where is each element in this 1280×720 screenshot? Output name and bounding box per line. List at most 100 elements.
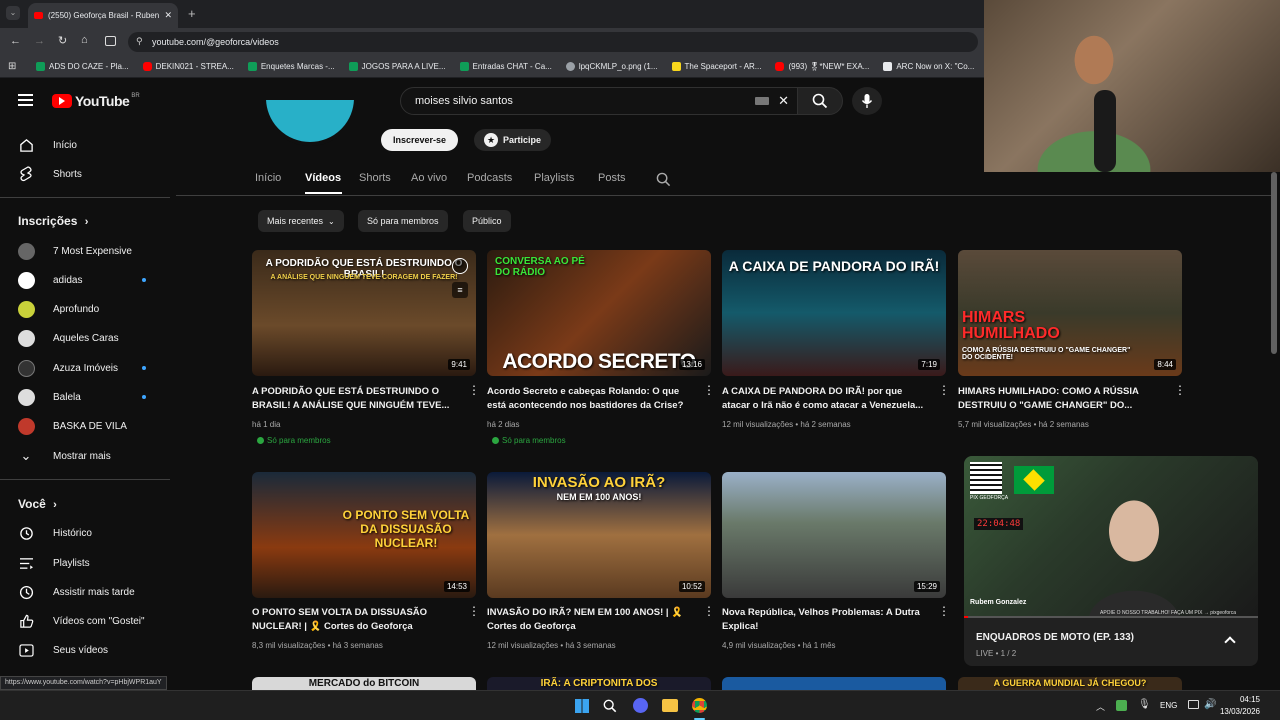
tab-videos[interactable]: Vídeos (305, 172, 341, 184)
join-button[interactable]: ★ Participe (474, 129, 552, 151)
address-bar[interactable]: ⚲ youtube.com/@geoforca/videos (128, 32, 978, 52)
miniplayer-video[interactable]: PIX GEOFORÇA 22:04:48 Rubem Gonzalez APO… (964, 456, 1258, 616)
chip-publico[interactable]: Público (463, 210, 511, 232)
video-thumbnail[interactable]: O PONTO SEM VOLTA DA DISSUASÃO NUCLEAR! … (252, 472, 476, 598)
sidebar-item-watch-later[interactable]: Assistir mais tarde (0, 578, 170, 606)
sidebar-item-liked-videos[interactable]: Vídeos com "Gostei" (0, 607, 170, 635)
split-view-icon[interactable] (105, 36, 116, 46)
channel-avatar[interactable] (262, 100, 358, 146)
sidebar-sub-item[interactable]: 7 Most Expensive (0, 237, 170, 265)
video-title[interactable]: Nova República, Velhos Problemas: A Dutr… (722, 606, 932, 634)
bookmark-item[interactable]: JOGOS PARA A LIVE... (348, 62, 446, 71)
video-thumbnail[interactable]: INVASÃO AO IRÃ? NEM EM 100 ANOS! 10:52 (487, 472, 711, 598)
sidebar-item-inicio[interactable]: Início (0, 131, 170, 159)
clock-date[interactable]: 13/03/2026 (1212, 707, 1260, 716)
sidebar-item-historico[interactable]: Histórico (0, 519, 170, 547)
video-title[interactable]: A PODRIDÃO QUE ESTÁ DESTRUINDO O BRASIL!… (252, 385, 462, 413)
video-title[interactable]: INVASÃO DO IRÃ? NEM EM 100 ANOS! | 🎗️ Co… (487, 606, 697, 634)
more-options-icon[interactable]: ⋮ (938, 384, 950, 396)
tab-playlists[interactable]: Playlists (534, 172, 574, 184)
sidebar-you-heading[interactable]: Você › (18, 497, 57, 511)
video-thumbnail[interactable]: HIMARS HUMILHADO COMO A RÚSSIA DESTRUIU … (958, 250, 1182, 376)
video-title[interactable]: O PONTO SEM VOLTA DA DISSUASÃO NUCLEAR! … (252, 606, 462, 634)
miniplayer-title[interactable]: ENQUADROS DE MOTO (EP. 133) (976, 632, 1134, 643)
new-tab-button[interactable]: + (188, 6, 196, 21)
video-thumbnail[interactable]: 15:29 (722, 472, 946, 598)
network-icon[interactable] (1188, 700, 1199, 709)
sidebar-item-shorts[interactable]: Shorts (0, 160, 170, 188)
bookmark-item[interactable]: ADS DO CAZE - Pla... (36, 62, 129, 71)
tab-ao-vivo[interactable]: Ao vivo (411, 172, 447, 184)
bookmark-item[interactable]: Enquetes Marcas -... (247, 62, 335, 71)
keyboard-language[interactable]: ENG (1160, 701, 1177, 710)
file-explorer-icon[interactable] (662, 699, 678, 712)
microphone-tray-icon[interactable]: 🎙 (1138, 699, 1151, 710)
bookmark-item[interactable]: Entradas CHAT - Ca... (459, 62, 552, 71)
channel-search-icon[interactable] (656, 172, 671, 187)
chip-mais-recentes[interactable]: Mais recentes ⌄ (258, 210, 344, 232)
tab-shorts[interactable]: Shorts (359, 172, 391, 184)
bookmark-item[interactable]: The Spaceport - AR... (671, 62, 761, 71)
miniplayer[interactable]: PIX GEOFORÇA 22:04:48 Rubem Gonzalez APO… (964, 456, 1258, 666)
tab-posts[interactable]: Posts (598, 172, 626, 184)
taskbar-search-icon[interactable] (603, 699, 617, 713)
sidebar-item-playlists[interactable]: Playlists (0, 549, 170, 577)
video-title[interactable]: Acordo Secreto e cabeças Rolando: O que … (487, 385, 697, 413)
clear-search-icon[interactable]: ✕ (778, 93, 789, 109)
video-thumbnail[interactable] (722, 677, 946, 690)
reload-icon[interactable]: ↻ (58, 34, 67, 47)
sidebar-show-more[interactable]: ⌄ Mostrar mais (0, 442, 170, 470)
more-options-icon[interactable]: ⋮ (703, 384, 715, 396)
discord-icon[interactable] (633, 698, 648, 713)
chrome-icon[interactable] (692, 698, 707, 713)
sidebar-sub-item[interactable]: Aprofundo (0, 295, 170, 323)
windows-start-icon[interactable] (575, 699, 589, 713)
expand-chevron-up-icon[interactable] (1224, 636, 1236, 648)
more-options-icon[interactable]: ⋮ (703, 605, 715, 617)
keyboard-icon[interactable] (755, 97, 769, 105)
video-thumbnail[interactable]: CONVERSA AO PÉ DO RÁDIO ACORDO SECRETO 1… (487, 250, 711, 376)
subscribe-button[interactable]: Inscrever-se (381, 129, 459, 151)
video-title[interactable]: A CAIXA DE PANDORA DO IRÃ! por que ataca… (722, 385, 932, 413)
bookmark-item[interactable]: ARC Now on X: "Co... (883, 62, 974, 71)
sidebar-sub-item[interactable]: adidas (0, 266, 170, 294)
tray-app-icon[interactable] (1116, 700, 1127, 711)
search-button[interactable] (797, 87, 843, 115)
watch-later-icon[interactable] (452, 258, 468, 274)
clock-time[interactable]: 04:15 (1220, 695, 1260, 704)
video-thumbnail[interactable]: IRÃ: A CRIPTONITA DOS (487, 677, 711, 690)
more-options-icon[interactable]: ⋮ (468, 605, 480, 617)
chip-so-para-membros[interactable]: Só para membros (358, 210, 448, 232)
video-thumbnail[interactable]: A CAIXA DE PANDORA DO IRÃ! 7:19 (722, 250, 946, 376)
video-title[interactable]: HIMARS HUMILHADO: COMO A RÚSSIA DESTRUIU… (958, 385, 1168, 413)
voice-search-button[interactable] (852, 87, 882, 115)
page-scrollbar[interactable] (1271, 172, 1277, 354)
more-options-icon[interactable]: ⋮ (938, 605, 950, 617)
tab-close-icon[interactable]: ✕ (164, 10, 172, 21)
bookmark-item[interactable]: DEKIN021 - STREA... (142, 62, 234, 71)
apps-grid-icon[interactable]: ⊞ (8, 61, 16, 72)
search-input[interactable]: moises silvio santos ✕ (400, 87, 798, 115)
video-thumbnail[interactable]: MERCADO do BITCOIN (252, 677, 476, 690)
sidebar-sub-item[interactable]: Aqueles Caras (0, 324, 170, 352)
forward-icon[interactable]: → (34, 35, 45, 47)
tab-list-button[interactable]: ⌄ (6, 6, 20, 20)
home-icon[interactable]: ⌂ (81, 34, 88, 46)
more-options-icon[interactable]: ⋮ (1174, 384, 1186, 396)
back-icon[interactable]: ← (10, 35, 21, 47)
sidebar-subscriptions-heading[interactable]: Inscrições › (18, 214, 88, 228)
sidebar-sub-item[interactable]: Azuza Imóveis (0, 354, 170, 382)
browser-tab-active[interactable]: (2550) Geoforça Brasil - Ruben ✕ (28, 3, 178, 28)
sidebar-sub-item[interactable]: BASKA DE VILA (0, 412, 170, 440)
video-thumbnail[interactable]: A PODRIDÃO QUE ESTÁ DESTRUINDO O BRASIL!… (252, 250, 476, 376)
add-to-queue-icon[interactable]: ≡ (452, 282, 468, 298)
video-thumbnail[interactable]: A GUERRA MUNDIAL JÁ CHEGOU? (958, 677, 1182, 690)
more-options-icon[interactable]: ⋮ (468, 384, 480, 396)
bookmark-item[interactable]: (993) 🎖*NEW* EXA... (775, 62, 869, 71)
sidebar-sub-item[interactable]: Balela (0, 383, 170, 411)
bookmark-item[interactable]: lpqCKMLP_o.png (1... (565, 62, 658, 71)
sidebar-item-your-videos[interactable]: Seus vídeos (0, 636, 170, 664)
tray-chevron-up-icon[interactable]: ︿ (1096, 700, 1105, 713)
tab-podcasts[interactable]: Podcasts (467, 172, 512, 184)
miniplayer-progress[interactable] (964, 616, 1258, 618)
